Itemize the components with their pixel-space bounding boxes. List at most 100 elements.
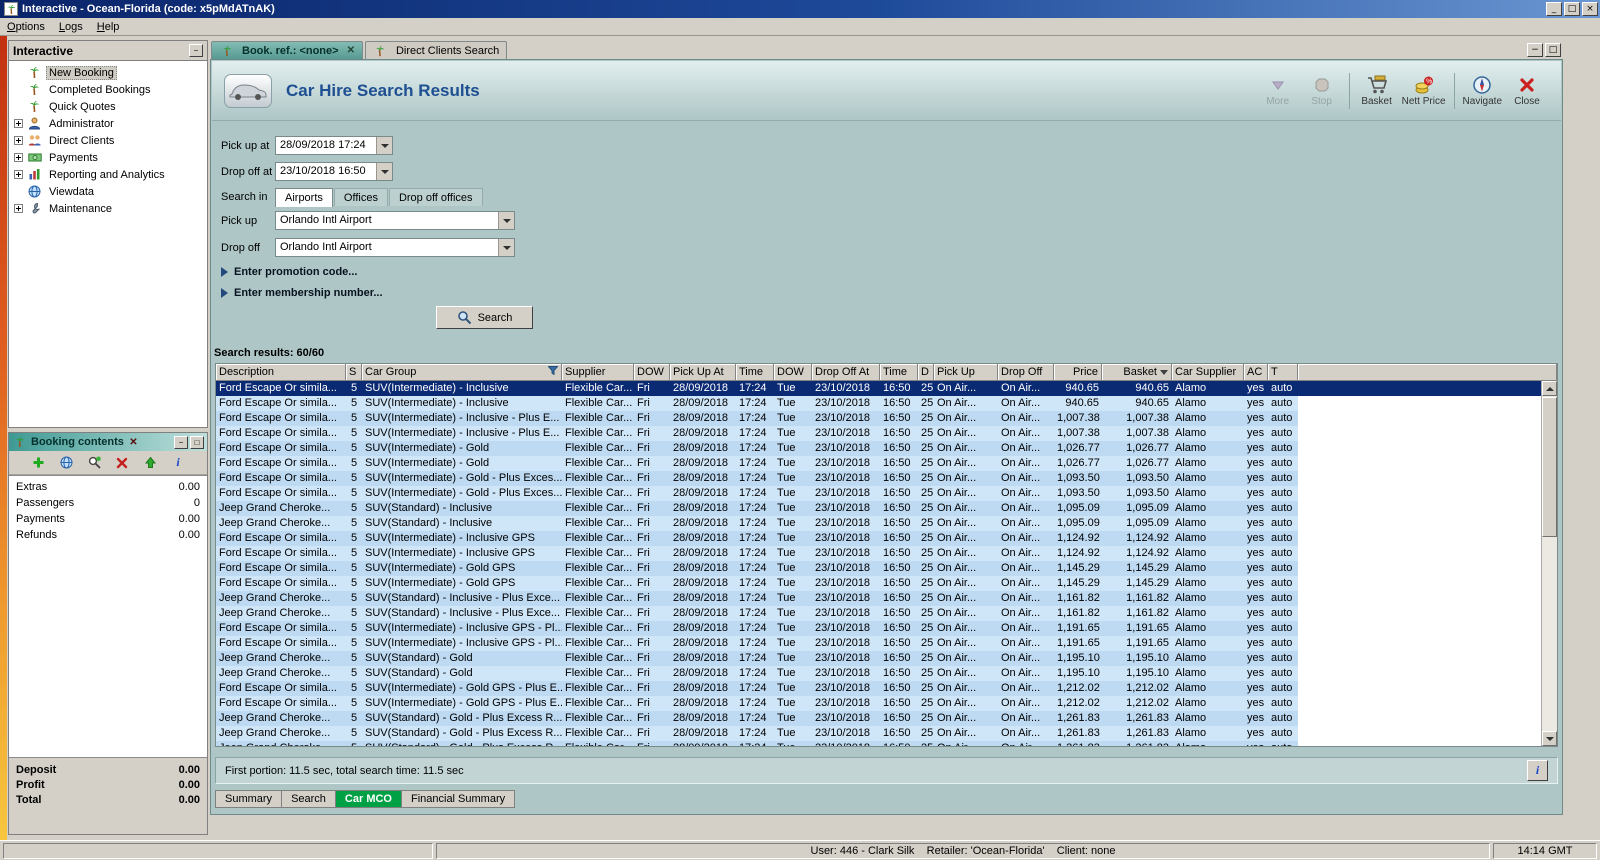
table-row[interactable]: Ford Escape Or simila... 5 SUV(Intermedi… [216, 681, 1541, 696]
sidebar-item-payments[interactable]: Payments [9, 149, 207, 166]
close-panel-icon[interactable]: ✕ [127, 436, 140, 448]
close-window-button[interactable]: × [1582, 2, 1598, 16]
table-row[interactable]: Jeep Grand Cheroke... 5 SUV(Standard) - … [216, 726, 1541, 741]
pickup-field[interactable]: Orlando Intl Airport [275, 211, 515, 230]
table-row[interactable]: Jeep Grand Cheroke... 5 SUV(Standard) - … [216, 591, 1541, 606]
expand-icon[interactable] [14, 153, 23, 162]
column-header-time2[interactable]: Time [880, 364, 918, 381]
menu-help[interactable]: Help [90, 19, 127, 35]
sidebar-item-quick-quotes[interactable]: Quick Quotes [9, 98, 207, 115]
info-icon[interactable]: i [169, 454, 187, 472]
table-row[interactable]: Ford Escape Or simila... 5 SUV(Intermedi… [216, 621, 1541, 636]
column-header-time[interactable]: Time [736, 364, 774, 381]
column-header-dropoff-at[interactable]: Drop Off At [812, 364, 880, 381]
maximize-window-button[interactable]: □ [1564, 2, 1580, 16]
add-item-icon[interactable] [29, 454, 47, 472]
find-icon[interactable] [85, 454, 103, 472]
table-row[interactable]: Ford Escape Or simila... 5 SUV(Intermedi… [216, 486, 1541, 501]
column-header-dow[interactable]: DOW [634, 364, 670, 381]
scroll-up-button[interactable] [1542, 381, 1557, 396]
column-header-basket[interactable]: Basket [1102, 364, 1172, 381]
close-tab-icon[interactable]: ✕ [347, 45, 355, 56]
sidebar-item-new-booking[interactable]: New Booking [9, 64, 207, 81]
table-row[interactable]: Ford Escape Or simila... 5 SUV(Intermedi… [216, 441, 1541, 456]
dropoff-field[interactable]: Orlando Intl Airport [275, 238, 515, 257]
membership-number-expander[interactable]: Enter membership number... [221, 287, 383, 299]
expand-icon[interactable] [14, 119, 23, 128]
tab-car-mco[interactable]: Car MCO [335, 790, 402, 808]
table-row[interactable]: Ford Escape Or simila... 5 SUV(Intermedi… [216, 456, 1541, 471]
web-icon[interactable] [57, 454, 75, 472]
close-button[interactable]: Close [1505, 74, 1549, 107]
column-header-days[interactable]: D [918, 364, 934, 381]
table-row[interactable]: Jeep Grand Cheroke... 5 SUV(Standard) - … [216, 606, 1541, 621]
dropdown-button[interactable] [498, 212, 514, 229]
menu-logs[interactable]: Logs [52, 19, 90, 35]
tab-airports[interactable]: Airports [275, 188, 333, 207]
column-header-ac[interactable]: AC [1244, 364, 1268, 381]
basket-button[interactable]: Basket [1355, 74, 1399, 107]
filter-icon[interactable] [547, 366, 559, 378]
column-header-price[interactable]: Price [1054, 364, 1102, 381]
expand-icon[interactable] [14, 204, 23, 213]
tab-financial-summary[interactable]: Financial Summary [401, 790, 516, 808]
column-header-dropoff[interactable]: Drop Off [998, 364, 1054, 381]
table-row[interactable]: Ford Escape Or simila... 5 SUV(Intermedi… [216, 546, 1541, 561]
table-row[interactable]: Ford Escape Or simila... 5 SUV(Intermedi… [216, 531, 1541, 546]
sidebar-item-completed-bookings[interactable]: Completed Bookings [9, 81, 207, 98]
column-header-car-supplier[interactable]: Car Supplier [1172, 364, 1244, 381]
minimize-panel-button[interactable]: − [174, 435, 188, 449]
tab-direct-clients-search[interactable]: Direct Clients Search [364, 41, 508, 59]
pickup-at-field[interactable]: 28/09/2018 17:24 [275, 136, 393, 155]
restore-document-button[interactable]: □ [1545, 43, 1561, 57]
info-button[interactable]: i [1527, 760, 1548, 781]
table-row[interactable]: Jeep Grand Cheroke... 5 SUV(Standard) - … [216, 741, 1541, 746]
dropdown-button[interactable] [376, 163, 392, 180]
table-row[interactable]: Ford Escape Or simila... 5 SUV(Intermedi… [216, 636, 1541, 651]
minimize-document-button[interactable]: − [1527, 43, 1543, 57]
collapse-sidebar-button[interactable]: − [189, 44, 203, 57]
table-row[interactable]: Ford Escape Or simila... 5 SUV(Intermedi… [216, 471, 1541, 486]
table-row[interactable]: Ford Escape Or simila... 5 SUV(Intermedi… [216, 561, 1541, 576]
tab-booking-ref[interactable]: Book. ref.: <none> ✕ [211, 41, 363, 59]
column-header-seats[interactable]: S [346, 364, 362, 381]
tab-dropoff-offices[interactable]: Drop off offices [388, 188, 483, 206]
table-row[interactable]: Ford Escape Or simila... 5 SUV(Intermedi… [216, 696, 1541, 711]
column-header-pickup-at[interactable]: Pick Up At [670, 364, 736, 381]
scrollbar-thumb[interactable] [1542, 397, 1557, 537]
promotion-code-expander[interactable]: Enter promotion code... [221, 266, 357, 278]
sidebar-item-direct-clients[interactable]: Direct Clients [9, 132, 207, 149]
nett-price-button[interactable]: % Nett Price [1399, 74, 1449, 107]
column-header-supplier[interactable]: Supplier [562, 364, 634, 381]
search-button[interactable]: Search [436, 306, 533, 329]
tab-summary[interactable]: Summary [215, 790, 283, 808]
dropdown-button[interactable] [376, 137, 392, 154]
table-row[interactable]: Ford Escape Or simila... 5 SUV(Intermedi… [216, 396, 1541, 411]
tab-search[interactable]: Search [282, 790, 336, 808]
table-row[interactable]: Jeep Grand Cheroke... 5 SUV(Standard) - … [216, 516, 1541, 531]
column-header-dow2[interactable]: DOW [774, 364, 812, 381]
table-row[interactable]: Jeep Grand Cheroke... 5 SUV(Standard) - … [216, 666, 1541, 681]
table-row[interactable]: Jeep Grand Cheroke... 5 SUV(Standard) - … [216, 651, 1541, 666]
column-header-transmission[interactable]: T [1268, 364, 1298, 381]
column-header-car-group[interactable]: Car Group [362, 364, 562, 381]
navigate-button[interactable]: Navigate [1460, 74, 1505, 107]
minimize-window-button[interactable]: _ [1546, 2, 1562, 16]
table-row[interactable]: Ford Escape Or simila... 5 SUV(Intermedi… [216, 411, 1541, 426]
column-header-description[interactable]: Description [216, 364, 346, 381]
table-row[interactable]: Jeep Grand Cheroke... 5 SUV(Standard) - … [216, 711, 1541, 726]
sidebar-item-administrator[interactable]: Administrator [9, 115, 207, 132]
table-row[interactable]: Ford Escape Or simila... 5 SUV(Intermedi… [216, 426, 1541, 441]
column-header-pickup[interactable]: Pick Up [934, 364, 998, 381]
menu-options[interactable]: Options [0, 19, 52, 35]
expand-icon[interactable] [14, 170, 23, 179]
scroll-down-button[interactable] [1542, 731, 1557, 746]
tab-offices[interactable]: Offices [333, 188, 388, 206]
dropdown-button[interactable] [498, 239, 514, 256]
table-row[interactable]: Ford Escape Or simila... 5 SUV(Intermedi… [216, 381, 1541, 396]
restore-panel-button[interactable]: □ [190, 435, 204, 449]
table-row[interactable]: Ford Escape Or simila... 5 SUV(Intermedi… [216, 576, 1541, 591]
vertical-scrollbar[interactable] [1541, 381, 1557, 746]
remove-item-icon[interactable] [113, 454, 131, 472]
dropoff-at-field[interactable]: 23/10/2018 16:50 [275, 162, 393, 181]
